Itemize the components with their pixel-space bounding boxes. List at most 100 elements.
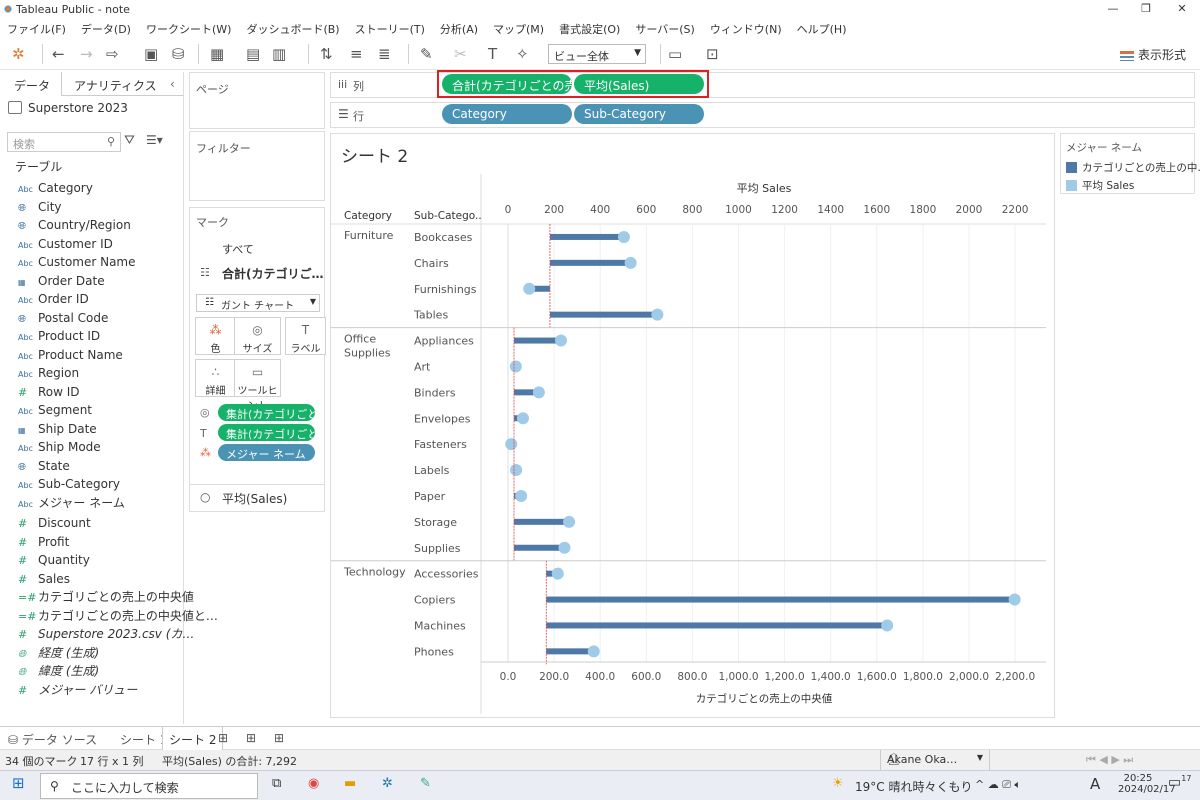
view-options-icon[interactable]: ☰▾ (146, 133, 163, 147)
field-item[interactable]: Abc Segment (0, 401, 183, 420)
gantt-bar[interactable] (513, 544, 565, 551)
legend-item-median[interactable]: カテゴリごとの売上の中… (1066, 160, 1200, 175)
field-item[interactable]: # メジャー バリュー (0, 681, 183, 700)
rows-pill-category[interactable]: Category (442, 104, 572, 124)
label-icon[interactable]: T (488, 44, 497, 64)
task-view-icon[interactable]: ⧉ (272, 776, 281, 791)
field-item[interactable]: 🌐︎ 経度 (生成) (0, 644, 183, 663)
gantt-bar[interactable] (549, 259, 631, 266)
tray-icons[interactable]: ^ ☁ ⎚ 🔈︎ (975, 778, 1021, 792)
tab-analytics[interactable]: アナリティクス (74, 77, 157, 94)
field-item[interactable]: 🌐︎ Postal Code (0, 309, 183, 328)
size-button[interactable]: ◎ サイズ (234, 317, 281, 355)
taskbar-search[interactable]: ⚲ ここに入力して検索 (40, 773, 258, 799)
sort-descending-icon[interactable]: ≣ (378, 44, 391, 64)
ime-indicator[interactable]: A (1090, 775, 1100, 793)
avg-sales-point[interactable] (651, 308, 664, 321)
user-menu[interactable]: 👤︎ Akane Oka… ▼ (880, 750, 990, 770)
avg-sales-point[interactable] (515, 489, 528, 502)
redo-icon[interactable]: ⇨ (106, 44, 119, 64)
swap-icon[interactable]: ⇅ (320, 44, 333, 64)
close-icon[interactable]: ✕ (1172, 2, 1192, 15)
avg-sales-point[interactable] (505, 438, 518, 451)
avg-sales-point[interactable] (624, 256, 637, 269)
menu-item-2[interactable]: ワークシート(W) (139, 18, 239, 37)
field-item[interactable]: # Quantity (0, 551, 183, 570)
sort-ascending-icon[interactable]: ≡ (350, 44, 363, 64)
presentation-icon[interactable]: ⊡ (706, 44, 719, 64)
new-dashboard-icon[interactable]: ⊞ (246, 731, 256, 745)
weather-text[interactable]: 19°C 晴れ時々くもり (855, 778, 972, 795)
avg-sales-point[interactable] (617, 230, 630, 243)
avg-sales-point[interactable] (532, 386, 545, 399)
avg-sales-point[interactable] (509, 360, 522, 373)
gantt-bar[interactable] (549, 233, 624, 240)
highlight-icon[interactable]: ✎ (420, 44, 433, 64)
show-me-button[interactable]: 表示形式 (1119, 46, 1186, 63)
tableau-logo-icon[interactable]: ✲ (12, 44, 25, 64)
marks-all-tab[interactable]: すべて (222, 241, 254, 257)
menu-item-9[interactable]: ウィンドウ(N) (703, 18, 790, 37)
field-item[interactable]: 🌐︎ Country/Region (0, 216, 183, 235)
file-explorer-icon[interactable]: ▬ (344, 776, 356, 791)
color-button[interactable]: ⁂ 色 (195, 317, 236, 355)
label-button[interactable]: T ラベル (285, 317, 326, 355)
field-item[interactable]: Abc Category (0, 179, 183, 198)
new-datasource-icon[interactable]: ⛁ (172, 44, 185, 64)
avg-sales-point[interactable] (881, 619, 894, 632)
pages-shelf[interactable]: ページ (189, 72, 325, 129)
new-story-icon[interactable]: ⊞ (274, 731, 284, 745)
notification-icon[interactable]: ▭17 (1168, 774, 1191, 791)
menu-item-7[interactable]: 書式設定(O) (552, 18, 628, 37)
avg-sales-point[interactable] (555, 334, 568, 347)
pagination-icons[interactable]: ⏮ ◀ ▶ ⏭ (1086, 753, 1133, 767)
field-item[interactable]: Abc Customer ID (0, 235, 183, 254)
pin-icon[interactable]: ✧ (516, 44, 529, 64)
paint-icon[interactable]: ✎ (420, 776, 431, 791)
field-item[interactable]: Abc Product Name (0, 346, 183, 365)
new-sheet-icon[interactable]: ⊞ (218, 731, 228, 745)
avg-sales-point[interactable] (523, 282, 536, 295)
field-item[interactable]: # Discount (0, 514, 183, 533)
new-worksheet-icon[interactable]: ▦ (210, 44, 224, 64)
avg-sales-point[interactable] (587, 645, 600, 658)
field-item[interactable]: 🌐︎ 緯度 (生成) (0, 662, 183, 681)
datasource-item[interactable]: Superstore 2023 (0, 96, 183, 120)
menu-item-8[interactable]: サーバー(S) (628, 18, 702, 37)
avg-sales-point[interactable] (551, 567, 564, 580)
show-cards-icon[interactable]: ▭ (668, 44, 682, 64)
menu-item-10[interactable]: ヘルプ(H) (790, 18, 855, 37)
tab-sheet-2[interactable]: シート 2 (162, 727, 224, 750)
field-item[interactable]: # Row ID (0, 383, 183, 402)
gantt-bar[interactable] (549, 311, 658, 318)
clock[interactable]: 20:25 2024/02/17 (1118, 773, 1176, 795)
field-item[interactable]: Abc Ship Mode (0, 438, 183, 457)
marks-section-avg-sales[interactable]: ○ 平均(Sales) (189, 484, 325, 512)
field-item[interactable]: Abc Order ID (0, 290, 183, 309)
menu-item-5[interactable]: 分析(A) (433, 18, 486, 37)
field-item[interactable]: Abc Customer Name (0, 253, 183, 272)
field-item[interactable]: # Profit (0, 533, 183, 552)
detail-button[interactable]: ∴ 詳細 (195, 359, 236, 397)
marks-pill-label[interactable]: 集計(カテゴリごと… (218, 424, 315, 441)
avg-sales-point[interactable] (558, 541, 571, 554)
marks-section-median[interactable]: 合計(カテゴリご… (222, 265, 324, 282)
field-item[interactable]: Abc Product ID (0, 327, 183, 346)
filter-icon[interactable]: ⛛ (124, 133, 135, 148)
avg-sales-point[interactable] (563, 515, 576, 528)
field-item[interactable]: # Sales (0, 570, 183, 589)
tableau-taskbar-icon[interactable]: ✲ (382, 776, 393, 791)
marks-pill-size[interactable]: 集計(カテゴリごと… (218, 404, 315, 421)
field-item[interactable]: =# カテゴリごとの売上の中央値 (0, 588, 194, 607)
marks-pill-color[interactable]: メジャー ネーム (218, 444, 315, 461)
back-icon[interactable]: ← (52, 44, 65, 64)
filters-shelf[interactable]: フィルター (189, 131, 325, 201)
field-search-input[interactable]: 検索 ⚲ (7, 132, 121, 152)
gantt-bar[interactable] (513, 518, 570, 525)
gantt-bar[interactable] (513, 337, 562, 344)
field-item[interactable]: 🌐︎ State (0, 457, 183, 476)
tab-sheet-1[interactable]: シート 1 (120, 731, 167, 748)
menu-item-4[interactable]: ストーリー(T) (348, 18, 433, 37)
forward-icon[interactable]: → (80, 44, 93, 64)
save-icon[interactable]: ▣ (144, 44, 158, 64)
